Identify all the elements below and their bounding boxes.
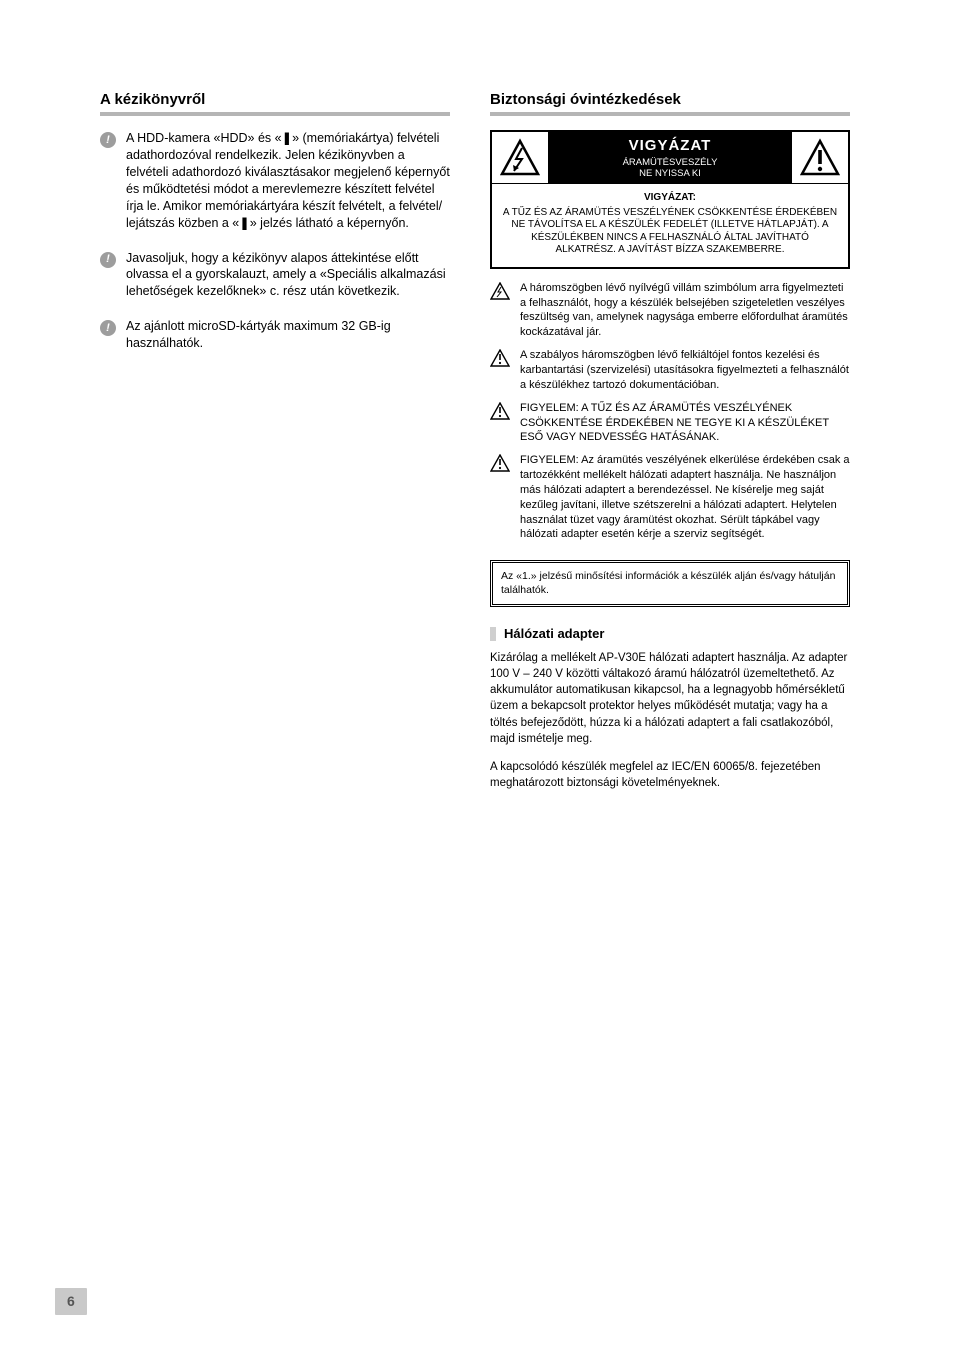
subhead-text: Hálózati adapter <box>504 625 604 643</box>
caution-head-row: VIGYÁZAT ÁRAMÜTÉSVESZÉLY NE NYISSA KI <box>492 132 848 184</box>
notice-item: ! A HDD-kamera «HDD» és «❚» (memóriakárt… <box>100 130 450 231</box>
page-number: 6 <box>55 1288 87 1315</box>
caution-small-top: ÁRAMÜTÉSVESZÉLY <box>623 157 718 168</box>
warn-text: FIGYELEM: Az áramütés veszélyének elkerü… <box>520 453 850 542</box>
warn-line: A szabályos háromszögben lévő felkiáltój… <box>490 348 850 393</box>
caution-body-bold: VIGYÁZAT: <box>502 192 838 205</box>
warn-line: FIGYELEM: A TŰZ ÉS AZ ÁRAMÜTÉS VESZÉLYÉN… <box>490 401 850 446</box>
left-section-title: A kézikönyvről <box>100 90 450 116</box>
notice-text: A HDD-kamera «HDD» és «❚» (memóriakártya… <box>126 130 450 231</box>
shock-triangle-icon <box>490 282 510 300</box>
warning-triangle-icon <box>800 138 840 178</box>
warn-text: A szabályos háromszögben lévő felkiáltój… <box>520 348 850 393</box>
caution-box: VIGYÁZAT ÁRAMÜTÉSVESZÉLY NE NYISSA KI VI… <box>490 130 850 269</box>
notice-icon: ! <box>100 320 116 336</box>
shock-triangle-icon <box>500 138 540 178</box>
caution-black: VIGYÁZAT ÁRAMÜTÉSVESZÉLY NE NYISSA KI <box>548 132 792 183</box>
right-column: Biztonsági óvintézkedések VIGYÁZAT ÁRAMÜ… <box>490 90 850 803</box>
caution-small-bottom: NE NYISSA KI <box>639 168 701 179</box>
caution-big: VIGYÁZAT <box>629 136 712 156</box>
caution-body-text: A TŰZ ÉS AZ ÁRAMÜTÉS VESZÉLYÉNEK CSÖKKEN… <box>503 207 837 256</box>
warning-triangle-icon <box>490 454 510 472</box>
left-column: A kézikönyvről ! A HDD-kamera «HDD» és «… <box>100 90 450 803</box>
right-section-title: Biztonsági óvintézkedések <box>490 90 850 116</box>
warn-line: FIGYELEM: Az áramütés veszélyének elkerü… <box>490 453 850 542</box>
paragraph: Kizárólag a mellékelt AP-V30E hálózati a… <box>490 650 850 747</box>
warning-triangle-icon <box>490 349 510 367</box>
paragraph: A kapcsolódó készülék megfelel az IEC/EN… <box>490 759 850 791</box>
warn-line: A háromszögben lévő nyílvégű villám szim… <box>490 281 850 340</box>
subhead-row: Hálózati adapter <box>490 625 850 643</box>
notice-item: ! Az ajánlott microSD-kártyák maximum 32… <box>100 318 450 352</box>
columns: A kézikönyvről ! A HDD-kamera «HDD» és «… <box>100 90 859 803</box>
grey-marker <box>490 627 496 641</box>
warn-text: FIGYELEM: A TŰZ ÉS AZ ÁRAMÜTÉS VESZÉLYÉN… <box>520 401 850 446</box>
notice-text: Az ajánlott microSD-kártyák maximum 32 G… <box>126 318 450 352</box>
caution-body: VIGYÁZAT: A TŰZ ÉS AZ ÁRAMÜTÉS VESZÉLYÉN… <box>492 184 848 267</box>
shock-icon-wrap <box>492 132 548 183</box>
info-box: Az «1.» jelzésű minősítési információk a… <box>490 560 850 606</box>
notice-icon: ! <box>100 132 116 148</box>
notice-item: ! Javasoljuk, hogy a kézikönyv alapos át… <box>100 250 450 301</box>
page: A kézikönyvről ! A HDD-kamera «HDD» és «… <box>0 0 954 1357</box>
warning-triangle-icon <box>490 402 510 420</box>
notice-text: Javasoljuk, hogy a kézikönyv alapos átte… <box>126 250 450 301</box>
notice-icon: ! <box>100 252 116 268</box>
warning-icon-wrap <box>792 132 848 183</box>
warn-text: A háromszögben lévő nyílvégű villám szim… <box>520 281 850 340</box>
